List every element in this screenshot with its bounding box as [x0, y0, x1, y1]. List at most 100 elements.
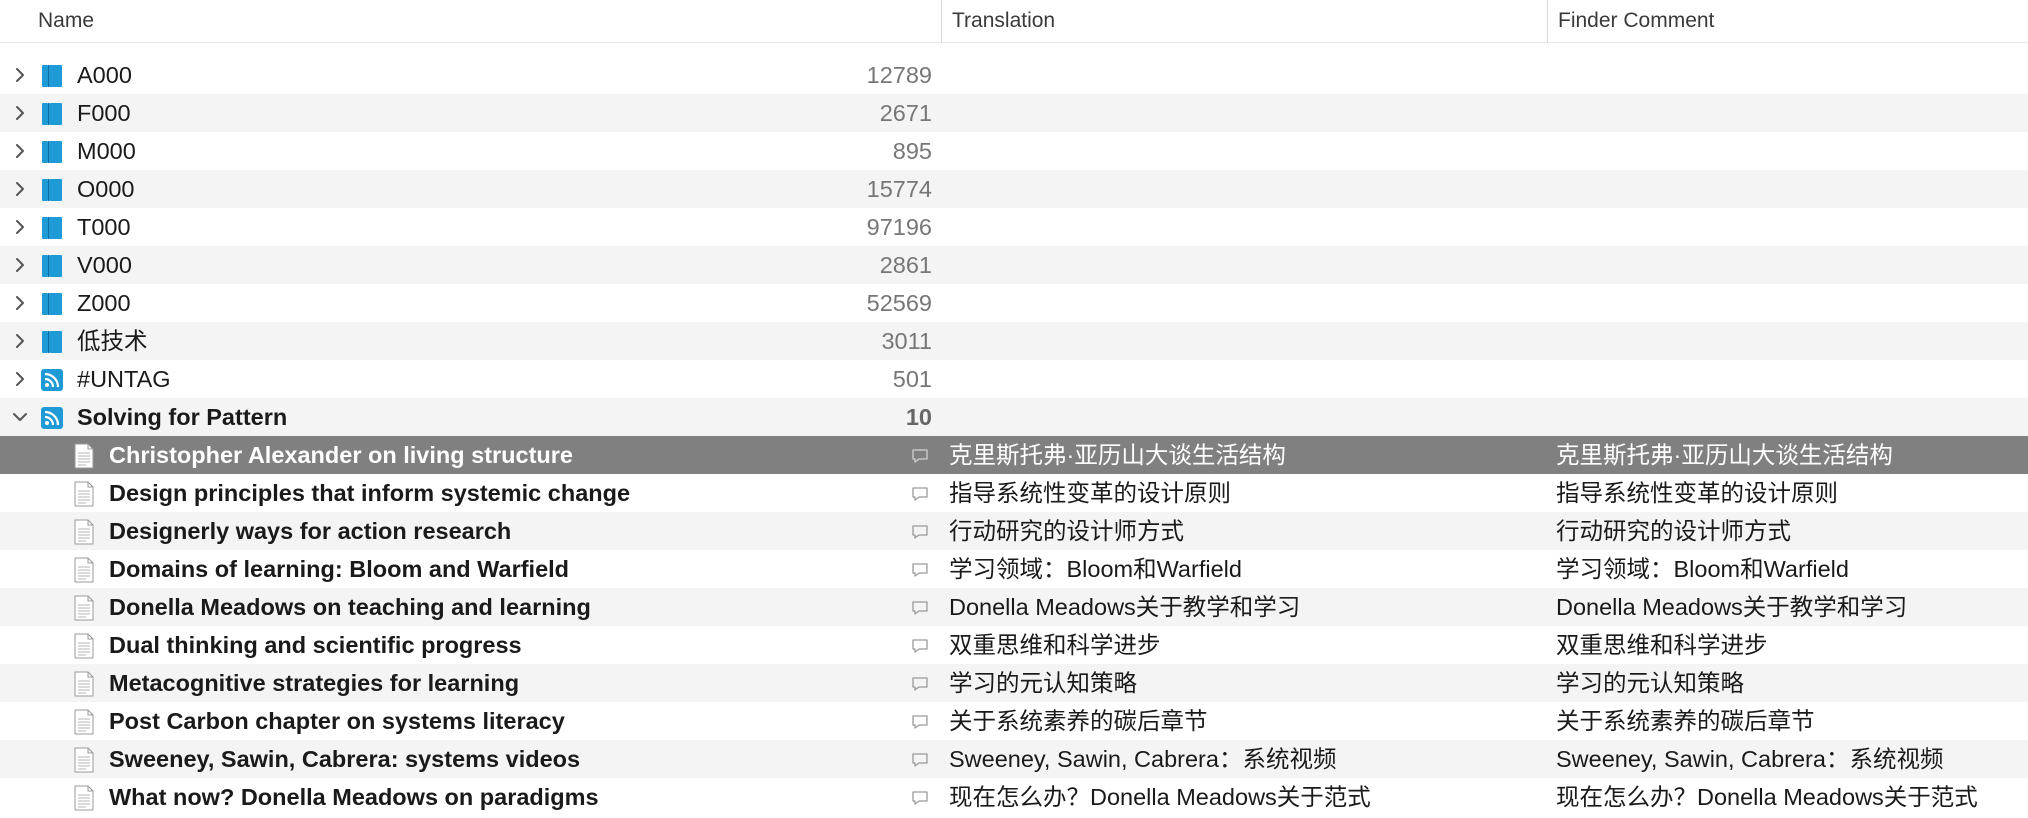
group-row-o000[interactable]: O000 15774 [0, 170, 2028, 208]
document-name: Christopher Alexander on living structur… [109, 442, 573, 468]
finder-comment-cell: 行动研究的设计师方式 [1556, 518, 1791, 544]
document-row[interactable]: Sweeney, Sawin, Cabrera: systems videos … [0, 740, 2028, 778]
document-row[interactable]: Designerly ways for action research 行动研究… [0, 512, 2028, 550]
group-row-t000[interactable]: T000 97196 [0, 208, 2028, 246]
chevron-right-icon[interactable] [10, 179, 30, 199]
document-icon [72, 747, 96, 773]
document-name: Metacognitive strategies for learning [109, 670, 520, 696]
document-name: Donella Meadows on teaching and learning [109, 594, 591, 620]
comment-icon[interactable] [910, 635, 930, 655]
group-count: 10 [905, 404, 932, 430]
group-count: 2861 [879, 252, 932, 278]
translation-cell: Donella Meadows关于教学和学习 [949, 594, 1301, 620]
group-name: A000 [77, 62, 132, 88]
finder-comment-cell: Sweeney, Sawin, Cabrera：系统视频 [1556, 746, 1944, 772]
document-row[interactable]: Design principles that inform systemic c… [0, 474, 2028, 512]
translation-cell: 双重思维和科学进步 [949, 632, 1161, 658]
comment-icon[interactable] [910, 559, 930, 579]
document-icon [72, 481, 96, 507]
document-row[interactable]: Metacognitive strategies for learning 学习… [0, 664, 2028, 702]
header-spacer [0, 43, 2028, 56]
group-count: 15774 [866, 176, 932, 202]
group-count: 3011 [881, 328, 932, 354]
comment-icon[interactable] [910, 483, 930, 503]
translation-cell: 指导系统性变革的设计原则 [949, 480, 1231, 506]
document-name: Domains of learning: Bloom and Warfield [109, 556, 570, 582]
column-header-translation[interactable]: Translation [941, 0, 1546, 42]
group-row-solving-for-pattern[interactable]: Solving for Pattern 10 [0, 398, 2028, 436]
document-icon [72, 519, 96, 545]
document-row[interactable]: Post Carbon chapter on systems literacy … [0, 702, 2028, 740]
book-icon [40, 64, 64, 88]
finder-comment-cell: 双重思维和科学进步 [1556, 632, 1768, 658]
chevron-right-icon[interactable] [10, 217, 30, 237]
group-name: Z000 [77, 290, 131, 316]
document-name: What now? Donella Meadows on paradigms [109, 784, 599, 810]
comment-icon[interactable] [910, 445, 930, 465]
document-row[interactable]: Christopher Alexander on living structur… [0, 436, 2028, 474]
rss-icon [40, 406, 64, 430]
finder-comment-cell: 现在怎么办？Donella Meadows关于范式 [1556, 784, 1978, 810]
chevron-right-icon[interactable] [10, 103, 30, 123]
group-name: Solving for Pattern [77, 404, 288, 430]
document-name: Designerly ways for action research [109, 518, 512, 544]
translation-cell: 克里斯托弗·亚历山大谈生活结构 [949, 442, 1286, 468]
group-name: F000 [77, 100, 131, 126]
group-count: 501 [892, 366, 932, 392]
chevron-right-icon[interactable] [10, 65, 30, 85]
chevron-right-icon[interactable] [10, 331, 30, 351]
document-icon [72, 557, 96, 583]
translation-cell: 现在怎么办？Donella Meadows关于范式 [949, 784, 1371, 810]
group-row-a000[interactable]: A000 12789 [0, 56, 2028, 94]
document-name: Post Carbon chapter on systems literacy [109, 708, 565, 734]
book-icon [40, 140, 64, 164]
finder-comment-cell: 克里斯托弗·亚历山大谈生活结构 [1556, 442, 1893, 468]
comment-icon[interactable] [910, 787, 930, 807]
outline-list: A000 12789 F000 2671 M000 895 O000 15774… [0, 56, 2028, 816]
group-row-untag[interactable]: #UNTAG 501 [0, 360, 2028, 398]
group-name: T000 [77, 214, 131, 240]
chevron-right-icon[interactable] [10, 255, 30, 275]
group-name: 低技术 [77, 328, 148, 354]
column-header-name[interactable]: Name [28, 0, 938, 42]
group-count: 2671 [879, 100, 932, 126]
document-row[interactable]: Domains of learning: Bloom and Warfield … [0, 550, 2028, 588]
group-count: 895 [892, 138, 932, 164]
translation-cell: 学习的元认知策略 [949, 670, 1137, 696]
rss-icon [40, 368, 64, 392]
document-name: Sweeney, Sawin, Cabrera: systems videos [109, 746, 581, 772]
comment-icon[interactable] [910, 749, 930, 769]
document-icon [72, 633, 96, 659]
group-name: O000 [77, 176, 135, 202]
document-name: Design principles that inform systemic c… [109, 480, 631, 506]
book-icon [40, 102, 64, 126]
group-count: 12789 [866, 62, 932, 88]
translation-cell: Sweeney, Sawin, Cabrera：系统视频 [949, 746, 1337, 772]
group-row-lowtech[interactable]: 低技术 3011 [0, 322, 2028, 360]
document-row[interactable]: What now? Donella Meadows on paradigms 现… [0, 778, 2028, 816]
group-row-z000[interactable]: Z000 52569 [0, 284, 2028, 322]
document-icon [72, 709, 96, 735]
chevron-right-icon[interactable] [10, 141, 30, 161]
comment-icon[interactable] [910, 521, 930, 541]
book-icon [40, 178, 64, 202]
document-row[interactable]: Dual thinking and scientific progress 双重… [0, 626, 2028, 664]
document-name: Dual thinking and scientific progress [109, 632, 522, 658]
column-header-finder-comment[interactable]: Finder Comment [1547, 0, 2028, 42]
chevron-right-icon[interactable] [10, 293, 30, 313]
group-name: #UNTAG [77, 366, 171, 392]
comment-icon[interactable] [910, 673, 930, 693]
comment-icon[interactable] [910, 597, 930, 617]
translation-cell: 关于系统素养的碳后章节 [949, 708, 1208, 734]
chevron-down-icon[interactable] [10, 407, 30, 427]
finder-comment-cell: Donella Meadows关于教学和学习 [1556, 594, 1908, 620]
group-row-v000[interactable]: V000 2861 [0, 246, 2028, 284]
group-name: M000 [77, 138, 136, 164]
document-row[interactable]: Donella Meadows on teaching and learning… [0, 588, 2028, 626]
group-row-f000[interactable]: F000 2671 [0, 94, 2028, 132]
book-icon [40, 216, 64, 240]
group-row-m000[interactable]: M000 895 [0, 132, 2028, 170]
comment-icon[interactable] [910, 711, 930, 731]
chevron-right-icon[interactable] [10, 369, 30, 389]
group-count: 97196 [866, 214, 932, 240]
